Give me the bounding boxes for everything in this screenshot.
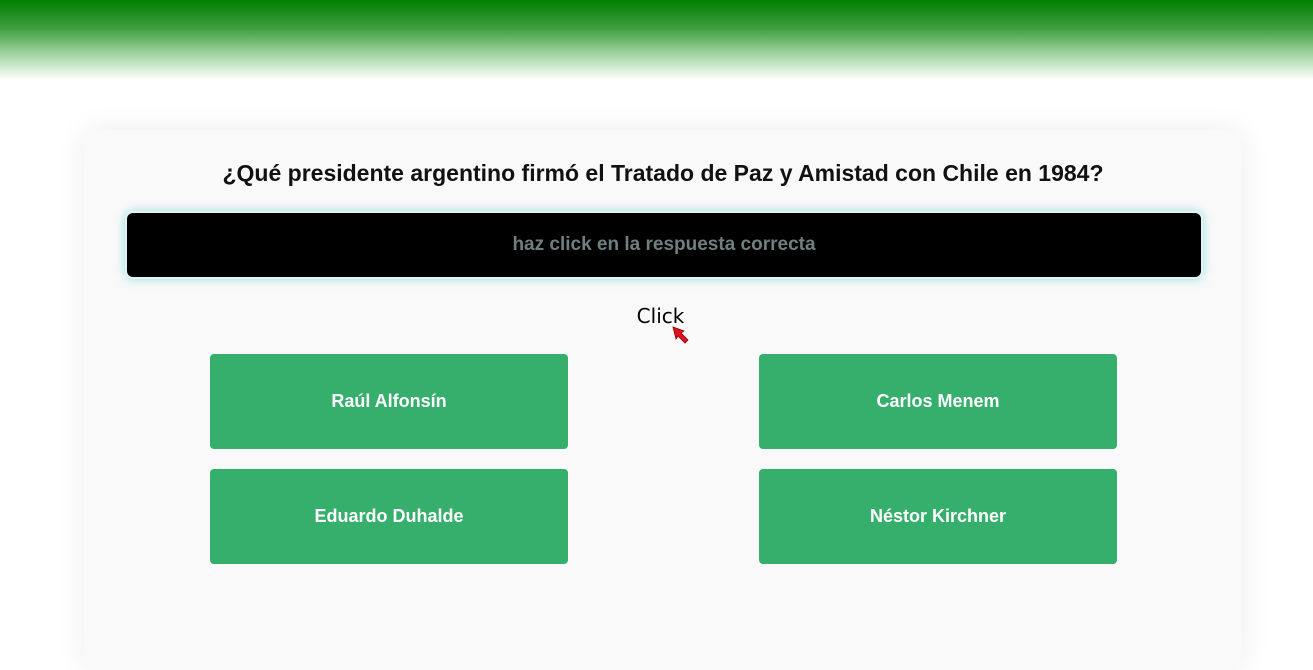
option-button-raul-alfonsin[interactable]: Raúl Alfonsín (210, 354, 568, 449)
answer-placeholder-text: haz click en la respuesta correcta (512, 234, 816, 255)
header-gradient-band (0, 0, 1313, 80)
option-button-eduardo-duhalde[interactable]: Eduardo Duhalde (210, 469, 568, 564)
click-hint-label: Click (636, 304, 685, 328)
answer-display-box: haz click en la respuesta correcta (125, 211, 1203, 279)
quiz-card: ¿Qué presidente argentino firmó el Trata… (84, 130, 1242, 670)
arrow-cursor-icon (672, 326, 689, 344)
option-button-nestor-kirchner[interactable]: Néstor Kirchner (759, 469, 1117, 564)
option-button-carlos-menem[interactable]: Carlos Menem (759, 354, 1117, 449)
question-text: ¿Qué presidente argentino firmó el Trata… (222, 160, 1104, 186)
